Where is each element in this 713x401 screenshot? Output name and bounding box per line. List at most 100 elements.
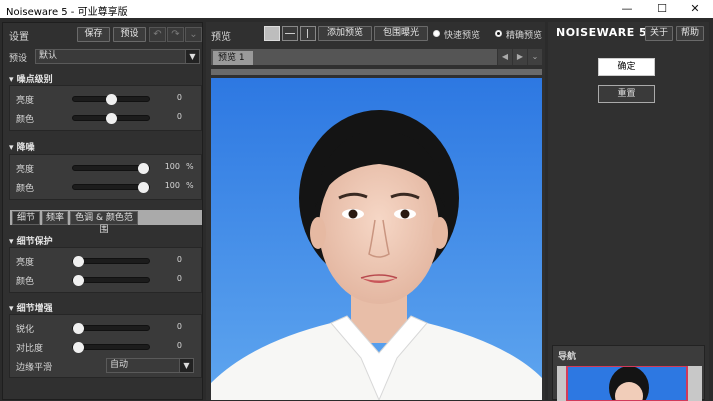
contrast-value: 0 xyxy=(176,341,182,350)
detail-enhance-header-label: 细节增强 xyxy=(16,304,53,314)
edge-smooth-label: 边缘平滑 xyxy=(16,363,53,373)
settings-title: 设置 xyxy=(9,32,29,43)
protect-color-knob[interactable] xyxy=(73,275,84,286)
denoise-header[interactable]: ▾ 降噪 xyxy=(9,140,35,153)
detail-protect-header[interactable]: ▾ 细节保护 xyxy=(9,234,53,247)
accurate-preview-label: 精确预览 xyxy=(506,31,543,41)
noise-level-header[interactable]: ▾ 噪点级别 xyxy=(9,72,53,85)
contrast-slider[interactable] xyxy=(72,342,150,353)
preview-image[interactable] xyxy=(211,78,542,400)
denoise-brightness-value: 100 xyxy=(164,162,180,171)
split-horizontal-icon[interactable] xyxy=(282,26,298,41)
denoise-header-label: 降噪 xyxy=(16,143,35,153)
portrait-photo xyxy=(211,78,542,400)
noise-brightness-slider[interactable] xyxy=(72,94,150,105)
navigator-thumbnail-image xyxy=(557,366,702,401)
reset-button[interactable]: 重置 xyxy=(598,85,655,103)
next-arrow-icon[interactable]: ▶ xyxy=(512,49,527,65)
preset-button[interactable]: 预设 xyxy=(113,27,146,42)
chevron-down-icon[interactable]: ⌄ xyxy=(527,49,542,65)
tab-detail[interactable]: 细节 xyxy=(12,211,40,225)
contrast-knob[interactable] xyxy=(73,342,84,353)
undo-icon[interactable]: ↶ xyxy=(149,27,166,42)
minimize-button[interactable]: — xyxy=(610,0,644,18)
denoise-brightness-knob[interactable] xyxy=(138,163,149,174)
preview-panel: 预览 添加预览 包围曝光 快速预览 精确预览 预览 1 ◀ ▶ ⌄ xyxy=(206,22,545,400)
navigator-panel: 导航 xyxy=(552,345,705,401)
redo-icon[interactable]: ↷ xyxy=(167,27,184,42)
detail-enhance-section: 锐化 0 对比度 0 边缘平滑 自动 ▼ xyxy=(9,314,202,378)
sharpen-label: 锐化 xyxy=(16,325,35,335)
edge-smooth-select[interactable]: 自动 ▼ xyxy=(106,358,194,373)
split-horizontal-line xyxy=(285,33,295,34)
save-button[interactable]: 保存 xyxy=(77,27,110,42)
prev-arrow-icon[interactable]: ◀ xyxy=(497,49,512,65)
noise-brightness-knob[interactable] xyxy=(106,94,117,105)
noise-color-slider[interactable] xyxy=(72,113,150,124)
ok-button[interactable]: 确定 xyxy=(598,58,655,76)
noise-color-label: 颜色 xyxy=(16,115,35,125)
denoise-color-knob[interactable] xyxy=(138,182,149,193)
chevron-down-icon: ▼ xyxy=(179,359,193,372)
horizontal-scrollbar[interactable] xyxy=(211,69,542,75)
noise-color-knob[interactable] xyxy=(106,113,117,124)
detail-protect-header-label: 细节保护 xyxy=(16,237,53,247)
protect-brightness-value: 0 xyxy=(176,255,182,264)
denoise-color-label: 颜色 xyxy=(16,184,35,194)
preview-tab-1[interactable]: 预览 1 xyxy=(213,51,253,65)
noise-level-header-label: 噪点级别 xyxy=(16,75,53,85)
protect-color-slider[interactable] xyxy=(72,275,150,286)
help-button[interactable]: 帮助 xyxy=(676,26,704,41)
close-button[interactable]: ✕ xyxy=(678,0,712,18)
fast-preview-label: 快速预览 xyxy=(444,31,481,41)
contrast-label: 对比度 xyxy=(16,344,44,354)
navigator-thumbnail[interactable] xyxy=(557,366,702,401)
fast-preview-radio[interactable] xyxy=(433,30,440,37)
denoise-brightness-label: 亮度 xyxy=(16,165,35,175)
detail-protect-section: 亮度 0 颜色 0 xyxy=(9,247,202,293)
protect-color-value: 0 xyxy=(176,274,182,283)
window-titlebar: Noiseware 5 - 可业尊享版 — ☐ ✕ xyxy=(0,0,713,18)
noise-level-section: 亮度 0 颜色 0 xyxy=(9,85,202,131)
sharpen-value: 0 xyxy=(176,322,182,331)
sharpen-slider[interactable] xyxy=(72,323,150,334)
edge-smooth-value: 自动 xyxy=(110,360,129,370)
tab-tone-color-range[interactable]: 色调 & 颜色范围 xyxy=(70,211,138,235)
preset-select-value: 默认 xyxy=(39,51,58,61)
settings-panel: 设置 保存 预设 ↶ ↷ ⌄ 预设 默认 ▼ ▾ 噪点级别 亮度 0 颜色 0 … xyxy=(2,22,203,400)
detail-enhance-header[interactable]: ▾ 细节增强 xyxy=(9,301,53,314)
denoise-color-value: 100 xyxy=(164,181,180,190)
protect-brightness-label: 亮度 xyxy=(16,258,35,268)
settings-tabs: 细节 频率 色调 & 颜色范围 xyxy=(10,210,202,235)
preview-tabbar: 预览 1 ◀ ▶ ⌄ xyxy=(211,49,542,65)
chevron-down-icon: ▼ xyxy=(185,50,199,63)
denoise-brightness-unit: % xyxy=(186,162,194,171)
window-title: Noiseware 5 - 可业尊享版 xyxy=(6,7,128,18)
single-view-icon[interactable] xyxy=(264,26,280,41)
bracket-exposure-button[interactable]: 包围曝光 xyxy=(374,26,428,41)
denoise-color-unit: % xyxy=(186,181,194,190)
preset-select[interactable]: 默认 ▼ xyxy=(35,49,200,64)
denoise-color-slider[interactable] xyxy=(72,182,150,193)
about-button[interactable]: 关于 xyxy=(645,26,673,41)
protect-color-label: 颜色 xyxy=(16,277,35,287)
protect-brightness-knob[interactable] xyxy=(73,256,84,267)
tab-frequency[interactable]: 频率 xyxy=(42,211,68,225)
maximize-button[interactable]: ☐ xyxy=(645,0,679,18)
accurate-preview-radio[interactable] xyxy=(495,30,502,37)
denoise-brightness-slider[interactable] xyxy=(72,163,150,174)
navigator-title: 导航 xyxy=(558,352,577,362)
app-body: 设置 保存 预设 ↶ ↷ ⌄ 预设 默认 ▼ ▾ 噪点级别 亮度 0 颜色 0 … xyxy=(0,18,713,401)
denoise-section: 亮度 100 % 颜色 100 % xyxy=(9,154,202,200)
app-logo: NOISEWARE 5 xyxy=(556,26,648,39)
preview-title: 预览 xyxy=(211,32,231,43)
protect-brightness-slider[interactable] xyxy=(72,256,150,267)
sharpen-knob[interactable] xyxy=(73,323,84,334)
add-preview-button[interactable]: 添加预览 xyxy=(318,26,372,41)
preset-field-label: 预设 xyxy=(9,54,28,64)
chevron-down-icon[interactable]: ⌄ xyxy=(185,27,202,42)
split-vertical-icon[interactable] xyxy=(300,26,316,41)
control-panel: NOISEWARE 5 关于 帮助 确定 重置 导航 xyxy=(548,22,709,401)
noise-brightness-value: 0 xyxy=(176,93,182,102)
noise-color-value: 0 xyxy=(176,112,182,121)
